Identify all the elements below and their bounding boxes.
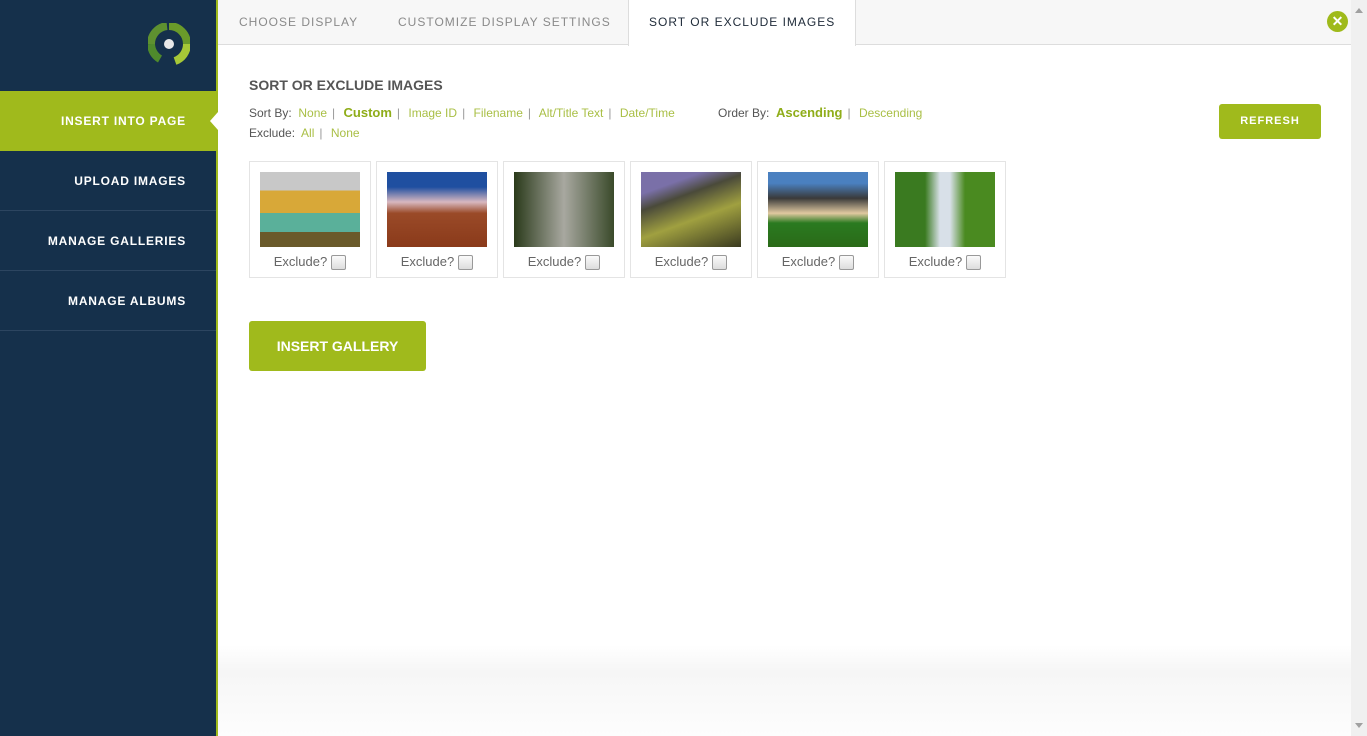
sort-by-row: Sort By: None | Custom | Image ID | Filenam… — [249, 105, 675, 120]
exclude-none-link[interactable]: None — [331, 126, 360, 140]
tab-sort-or-exclude-images[interactable]: SORT OR EXCLUDE IMAGES — [628, 0, 857, 46]
image-item: Exclude? — [503, 161, 625, 278]
image-item: Exclude? — [249, 161, 371, 278]
exclude-checkbox[interactable] — [331, 255, 347, 271]
sidebar-item-manage-galleries[interactable]: MANAGE GALLERIES — [0, 211, 216, 271]
scroll-down-icon[interactable] — [1355, 723, 1363, 728]
section-title: SORT OR EXCLUDE IMAGES — [249, 77, 443, 93]
exclude-label: Exclude? — [781, 254, 836, 269]
refresh-button[interactable]: REFRESH — [1219, 104, 1321, 139]
image-thumbnail[interactable] — [768, 172, 868, 247]
exclude-checkbox[interactable] — [839, 255, 855, 271]
exclude-label: Exclude? — [527, 254, 582, 269]
sort-none-link[interactable]: None — [298, 106, 327, 120]
image-list: Exclude? Exclude? Exclude? Exclude? Excl… — [249, 161, 1006, 278]
exclude-label: Exclude? — [273, 254, 328, 269]
scroll-up-icon[interactable] — [1355, 8, 1363, 13]
exclude-checkbox[interactable] — [966, 255, 982, 271]
sort-image-id-link[interactable]: Image ID — [408, 106, 457, 120]
image-item: Exclude? — [376, 161, 498, 278]
exclude-label: Exclude? — [908, 254, 963, 269]
exclude-all-link[interactable]: All — [301, 126, 314, 140]
sort-date-time-link[interactable]: Date/Time — [620, 106, 675, 120]
sidebar-item-upload-images[interactable]: UPLOAD IMAGES — [0, 151, 216, 211]
image-item: Exclude? — [884, 161, 1006, 278]
exclude-checkbox[interactable] — [585, 255, 601, 271]
order-by-row: Order By: Ascending | Descending — [718, 105, 923, 120]
image-thumbnail[interactable] — [514, 172, 614, 247]
sidebar-nav: INSERT INTO PAGE UPLOAD IMAGES MANAGE GA… — [0, 91, 218, 331]
order-ascending-link[interactable]: Ascending — [776, 105, 842, 120]
exclude-checkbox[interactable] — [712, 255, 728, 271]
sort-alt-title-link[interactable]: Alt/Title Text — [539, 106, 604, 120]
tab-bar: CHOOSE DISPLAY CUSTOMIZE DISPLAY SETTING… — [218, 0, 1351, 46]
exclude-label: Exclude? — [400, 254, 455, 269]
image-thumbnail[interactable] — [387, 172, 487, 247]
footer-shadow — [218, 645, 1351, 736]
sidebar-item-manage-albums[interactable]: MANAGE ALBUMS — [0, 271, 216, 331]
exclude-label: Exclude: — [249, 126, 296, 140]
logo-icon — [148, 23, 190, 65]
image-item: Exclude? — [630, 161, 752, 278]
tab-choose-display[interactable]: CHOOSE DISPLAY — [239, 0, 358, 45]
image-thumbnail[interactable] — [895, 172, 995, 247]
image-thumbnail[interactable] — [641, 172, 741, 247]
scrollbar[interactable] — [1351, 0, 1367, 736]
image-item: Exclude? — [757, 161, 879, 278]
order-by-label: Order By: — [718, 106, 770, 120]
order-descending-link[interactable]: Descending — [859, 106, 922, 120]
insert-gallery-button[interactable]: INSERT GALLERY — [249, 321, 426, 371]
exclude-checkbox[interactable] — [458, 255, 474, 271]
sort-filename-link[interactable]: Filename — [474, 106, 523, 120]
sort-custom-link[interactable]: Custom — [344, 105, 392, 120]
main-panel: CHOOSE DISPLAY CUSTOMIZE DISPLAY SETTING… — [218, 0, 1351, 736]
sidebar: INSERT INTO PAGE UPLOAD IMAGES MANAGE GA… — [0, 0, 218, 736]
image-thumbnail[interactable] — [260, 172, 360, 247]
exclude-label: Exclude? — [654, 254, 709, 269]
close-icon[interactable]: ✕ — [1327, 11, 1348, 32]
sort-by-label: Sort By: — [249, 106, 292, 120]
exclude-row: Exclude: All | None — [249, 126, 360, 140]
sidebar-item-insert-into-page[interactable]: INSERT INTO PAGE — [0, 91, 218, 151]
tab-customize-display-settings[interactable]: CUSTOMIZE DISPLAY SETTINGS — [398, 0, 611, 45]
